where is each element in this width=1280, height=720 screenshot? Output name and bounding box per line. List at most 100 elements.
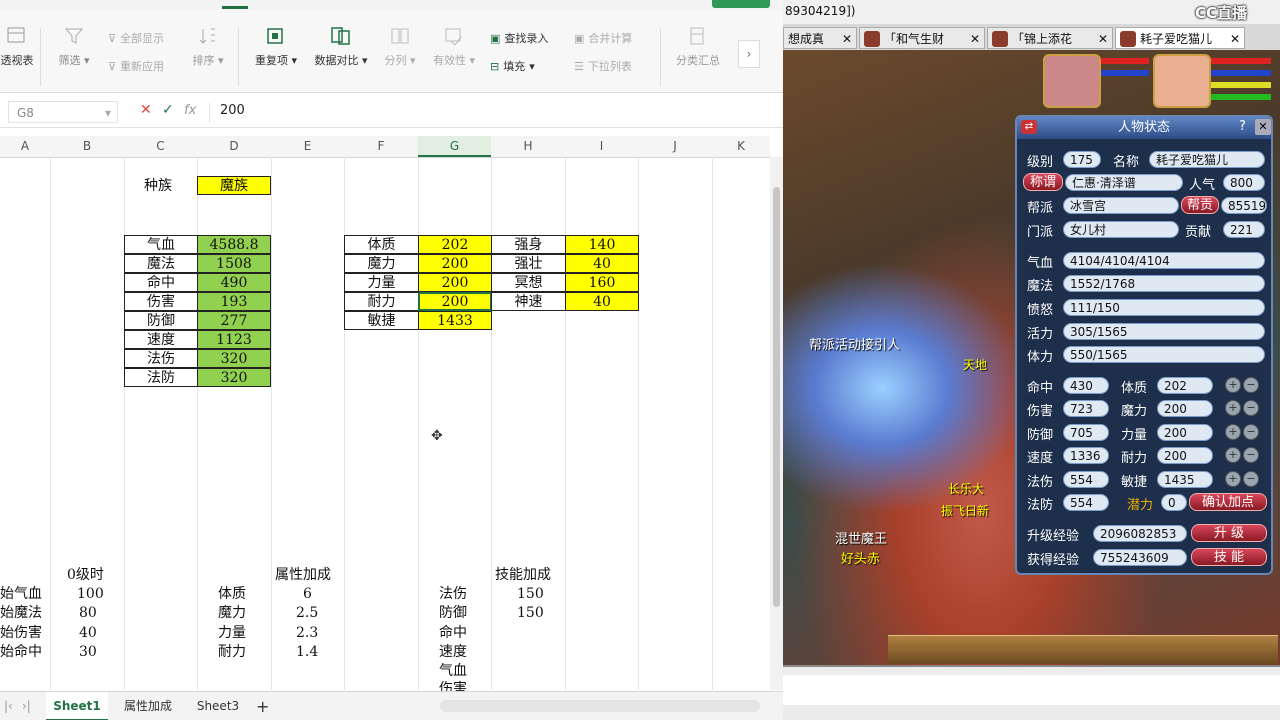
- ribbon-scroll-right-button[interactable]: ›: [738, 40, 760, 68]
- sheet-tab-sheet3[interactable]: Sheet3: [190, 692, 246, 720]
- add-sheet-button[interactable]: +: [256, 692, 269, 720]
- insert-function-button[interactable]: fx: [184, 103, 196, 118]
- close-icon[interactable]: ✕: [1230, 28, 1240, 48]
- column-header-j[interactable]: J: [638, 136, 712, 157]
- npc-name-label[interactable]: 振飞日新: [941, 502, 989, 519]
- game-tab[interactable]: 「锦上添花 ✕: [987, 27, 1113, 49]
- table2-label[interactable]: 力量: [344, 273, 419, 292]
- confirm-edit-icon[interactable]: ✓: [162, 102, 174, 118]
- table1-value[interactable]: 4588.8: [197, 235, 271, 254]
- attr-label[interactable]: 魔力: [218, 604, 246, 623]
- column-header-f[interactable]: F: [344, 136, 418, 157]
- npc-name-label[interactable]: 天地: [963, 356, 987, 373]
- column-header-g[interactable]: G: [418, 136, 491, 157]
- attr-label[interactable]: 耐力: [218, 643, 246, 662]
- minus-icon[interactable]: −: [1243, 447, 1259, 463]
- fill-button[interactable]: ⊟ 填充 ▾: [490, 58, 535, 74]
- sort-button[interactable]: 排序 ▾: [188, 26, 228, 68]
- game-hotbar[interactable]: [888, 635, 1278, 664]
- table1-label[interactable]: 魔法: [124, 254, 198, 273]
- table1-value[interactable]: 320: [197, 368, 271, 387]
- table1-label[interactable]: 气血: [124, 235, 198, 254]
- column-header-d[interactable]: D: [197, 136, 271, 157]
- table2-value[interactable]: 200: [418, 254, 492, 273]
- minus-icon[interactable]: −: [1243, 377, 1259, 393]
- close-icon[interactable]: ✕: [1098, 28, 1108, 48]
- table3-value[interactable]: 40: [565, 254, 639, 273]
- column-header-h[interactable]: H: [491, 136, 565, 157]
- table1-label[interactable]: 法伤: [124, 349, 198, 368]
- column-header-k[interactable]: K: [712, 136, 770, 157]
- table2-label[interactable]: 魔力: [344, 254, 419, 273]
- table1-value[interactable]: 320: [197, 349, 271, 368]
- table1-label[interactable]: 法防: [124, 368, 198, 387]
- skill-label[interactable]: 防御: [439, 604, 467, 623]
- skill-value[interactable]: 150: [517, 585, 544, 604]
- column-header-a[interactable]: A: [0, 136, 50, 157]
- table1-value[interactable]: 1508: [197, 254, 271, 273]
- duplicates-button[interactable]: 重复项 ▾: [248, 26, 304, 68]
- plus-icon[interactable]: +: [1225, 400, 1241, 416]
- skill-button[interactable]: 技 能: [1191, 548, 1267, 566]
- sheet-tab-sheet1[interactable]: Sheet1: [46, 692, 108, 720]
- level0-label[interactable]: 始伤害: [0, 624, 42, 643]
- attr-value[interactable]: 2.3: [296, 624, 318, 643]
- attr-label[interactable]: 体质: [218, 585, 246, 604]
- table2-label[interactable]: 耐力: [344, 292, 419, 311]
- table3-value[interactable]: 40: [565, 292, 639, 311]
- panel-menu-icon[interactable]: ⇄: [1021, 120, 1037, 134]
- level0-value[interactable]: 80: [79, 604, 97, 623]
- level0-value[interactable]: 30: [79, 643, 97, 662]
- level0-value[interactable]: 100: [77, 585, 104, 604]
- minus-icon[interactable]: −: [1243, 471, 1259, 487]
- table2-label[interactable]: 敏捷: [344, 311, 419, 330]
- npc-name-label[interactable]: 好头赤: [841, 548, 880, 567]
- table1-label[interactable]: 命中: [124, 273, 198, 292]
- table1-label[interactable]: 防御: [124, 311, 198, 330]
- split-column-button[interactable]: 分列 ▾: [378, 26, 422, 68]
- vertical-scrollbar[interactable]: [770, 157, 783, 690]
- skill-bonus-title[interactable]: 技能加成: [495, 566, 551, 585]
- data-compare-button[interactable]: 数据对比 ▾: [308, 26, 374, 68]
- horizontal-scrollbar[interactable]: [440, 700, 760, 712]
- table3-label[interactable]: 冥想: [491, 273, 566, 292]
- chat-input[interactable]: [783, 675, 1280, 705]
- table2-value[interactable]: 200: [418, 273, 492, 292]
- help-icon[interactable]: ?: [1239, 119, 1246, 134]
- last-sheet-icon[interactable]: ›|: [22, 692, 31, 720]
- table2-value[interactable]: 1433: [418, 311, 492, 330]
- plus-icon[interactable]: +: [1225, 424, 1241, 440]
- table1-value[interactable]: 277: [197, 311, 271, 330]
- share-button[interactable]: [712, 0, 770, 8]
- minus-icon[interactable]: −: [1243, 424, 1259, 440]
- level0-label[interactable]: 始魔法: [0, 604, 42, 623]
- subtotal-button[interactable]: 分类汇总: [668, 26, 728, 68]
- title-button[interactable]: 称谓: [1023, 173, 1063, 191]
- level0-label[interactable]: 始气血: [0, 585, 42, 604]
- close-icon[interactable]: ✕: [1255, 119, 1271, 135]
- attr-value[interactable]: 2.5: [296, 604, 318, 623]
- sheet-tab-attr-bonus[interactable]: 属性加成: [118, 692, 178, 720]
- skill-label[interactable]: 伤害: [439, 680, 467, 691]
- table1-value[interactable]: 193: [197, 292, 271, 311]
- close-icon[interactable]: ✕: [842, 28, 852, 48]
- table3-label[interactable]: 强身: [491, 235, 566, 254]
- reapply-button[interactable]: ⊽ 重新应用: [108, 58, 164, 74]
- race-label[interactable]: 种族: [144, 177, 172, 196]
- pet-portrait[interactable]: [1043, 54, 1101, 108]
- plus-icon[interactable]: +: [1225, 471, 1241, 487]
- skill-label[interactable]: 命中: [439, 624, 467, 643]
- find-entry-button[interactable]: ▣ 查找录入: [490, 30, 548, 46]
- first-sheet-icon[interactable]: |‹: [4, 692, 13, 720]
- table3-label[interactable]: 神速: [491, 292, 566, 311]
- formula-input[interactable]: 200: [220, 103, 245, 118]
- cancel-edit-icon[interactable]: ✕: [140, 102, 152, 118]
- minus-icon[interactable]: −: [1243, 400, 1259, 416]
- npc-name-label[interactable]: 混世魔王: [835, 528, 887, 547]
- gang-contrib-button[interactable]: 帮贡: [1181, 196, 1219, 214]
- game-tab-active[interactable]: 耗子爱吃猫儿 ✕: [1115, 27, 1245, 49]
- table3-value[interactable]: 160: [565, 273, 639, 292]
- column-header-b[interactable]: B: [50, 136, 124, 157]
- skill-value[interactable]: 150: [517, 604, 544, 623]
- skill-label[interactable]: 法伤: [439, 585, 467, 604]
